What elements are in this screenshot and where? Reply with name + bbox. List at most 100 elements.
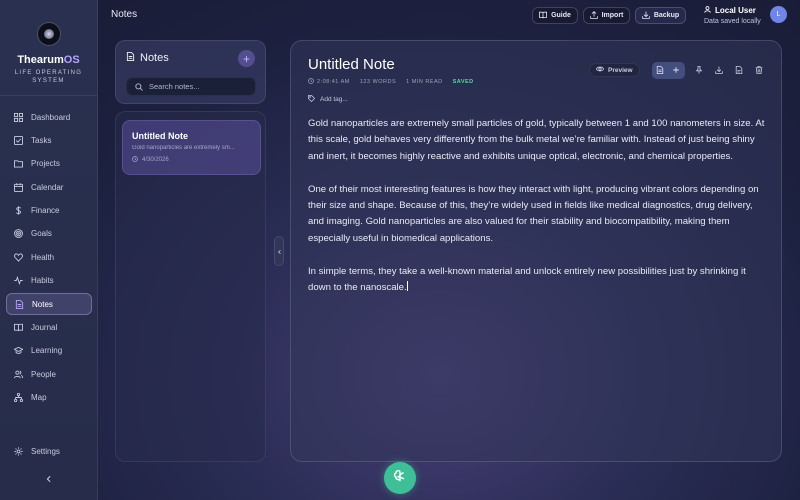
book-icon [14,323,23,332]
note-body[interactable]: Gold nanoparticles are extremely small p… [308,116,766,313]
sidebar-item-label: Goals [31,229,52,239]
brand-subtitle: LIFE OPERATING SYSTEM [14,70,83,84]
chevron-left-icon [277,242,282,260]
sidebar-item-label: Habits [31,276,54,286]
note-meta: 2:08:41 AM 123 WORDS 1 MIN READ SAVED [308,78,474,86]
sidebar-item-label: Projects [31,159,60,169]
users-icon [14,370,23,379]
download-icon [714,61,723,79]
sidebar-item-settings[interactable]: Settings [6,440,92,462]
grid-icon [14,112,23,122]
word-count: 123 WORDS [359,79,397,85]
sidebar-item-people[interactable]: People [6,363,92,385]
sidebar-item-label: Calendar [31,182,64,192]
calendar-icon [14,182,23,192]
tag-icon [308,95,316,104]
note-editor: Untitled Note 2:08:41 AM 123 WORDS 1 MIN… [290,40,782,462]
note-card-date: 4/30/2026 [142,157,169,163]
sidebar-item-map[interactable]: Map [6,387,92,409]
folder-icon [14,159,23,168]
sidebar-item-label: Notes [32,299,53,309]
note-paragraph: Gold nanoparticles are extremely small p… [308,118,765,162]
export-file-button[interactable] [733,64,745,76]
search-input[interactable] [149,82,249,91]
brand-block: ThearumOS LIFE OPERATING SYSTEM [0,0,97,96]
document-icon[interactable] [656,61,664,79]
collapse-sidebar-button[interactable] [42,472,56,486]
add-note-button[interactable]: + [238,50,255,67]
clock-icon [308,78,314,86]
topbar: Notes Guide Import Backup Local User Dat… [98,0,800,32]
sidebar-item-projects[interactable]: Projects [6,153,92,175]
assistant-fab-button[interactable] [384,462,416,494]
sidebar-item-notes[interactable]: Notes [6,293,92,316]
sidebar-item-habits[interactable]: Habits [6,270,92,292]
sidebar-item-label: Health [31,252,55,262]
sidebar-item-calendar[interactable]: Calendar [6,176,92,198]
save-status-badge: SAVED [452,79,474,85]
book-open-icon [539,11,548,21]
sidebar-item-label: Settings [31,446,60,456]
text-cursor [406,281,408,292]
editor-toolbar: Preview [589,61,765,79]
search-box [126,77,256,96]
checkbox-icon [14,135,23,145]
plus-icon: + [242,51,250,66]
logo-icon [36,22,61,46]
pin-button[interactable] [693,64,705,76]
template-tool-group [651,61,685,79]
sidebar-item-goals[interactable]: Goals [6,223,92,245]
sidebar-item-tasks[interactable]: Tasks [6,129,92,151]
preview-button[interactable]: Preview [589,63,640,77]
sidebar-item-label: People [31,369,56,379]
user-info: Local User Data saved locally [704,6,761,25]
guide-button[interactable]: Guide [532,7,578,24]
sidebar-item-learning[interactable]: Learning [6,340,92,362]
download-icon [642,11,650,21]
brain-icon [393,469,407,488]
note-card-title: Untitled Note [132,131,188,141]
page-title: Notes [111,9,138,20]
list-item[interactable]: Untitled Note Gold nanoparticles are ext… [122,120,261,175]
notes-list: Untitled Note Gold nanoparticles are ext… [115,111,266,462]
sidebar-item-finance[interactable]: Finance [6,200,92,222]
sidebar-item-label: Finance [31,206,60,216]
add-tag-button[interactable]: Add tag... [308,95,348,104]
delete-button[interactable] [753,64,765,76]
brand-name: ThearumOS [17,54,80,66]
upload-icon [589,10,598,21]
backup-button[interactable]: Backup [635,7,686,24]
sidebar: ThearumOS LIFE OPERATING SYSTEM Dashboard… [0,0,98,500]
notes-header-panel: Notes + [115,40,266,104]
sidebar-nav: Dashboard Tasks Projects Calendar Financ… [6,106,92,410]
heart-icon [14,253,23,262]
clock-icon [132,156,138,164]
panel-resize-handle[interactable] [274,236,284,266]
avatar[interactable]: L [770,6,787,23]
settings-area: Settings [6,440,92,463]
sidebar-item-health[interactable]: Health [6,246,92,268]
file-icon [735,61,743,79]
gear-icon [14,446,23,456]
user-icon [704,6,711,15]
download-button[interactable] [713,64,725,76]
trash-icon [755,61,763,79]
document-icon [15,299,24,309]
sidebar-item-dashboard[interactable]: Dashboard [6,106,92,128]
pin-icon [695,61,703,79]
save-status: Data saved locally [704,18,761,25]
read-time: 1 MIN READ [406,79,443,85]
chevron-left-icon [45,470,53,488]
note-title[interactable]: Untitled Note [308,56,395,73]
note-time: 2:08:41 AM [317,79,350,85]
import-button[interactable]: Import [583,7,630,24]
note-card-preview: Gold nanoparticles are extremely sm... [132,145,235,151]
sidebar-item-journal[interactable]: Journal [6,317,92,339]
plus-icon[interactable] [672,61,680,79]
note-paragraph: In simple terms, they take a well-known … [308,265,746,294]
sidebar-item-label: Map [31,393,47,403]
graduation-cap-icon [14,346,23,355]
sidebar-item-label: Tasks [31,135,52,145]
sidebar-item-label: Journal [31,323,58,333]
notes-panel-title: Notes [140,52,169,64]
